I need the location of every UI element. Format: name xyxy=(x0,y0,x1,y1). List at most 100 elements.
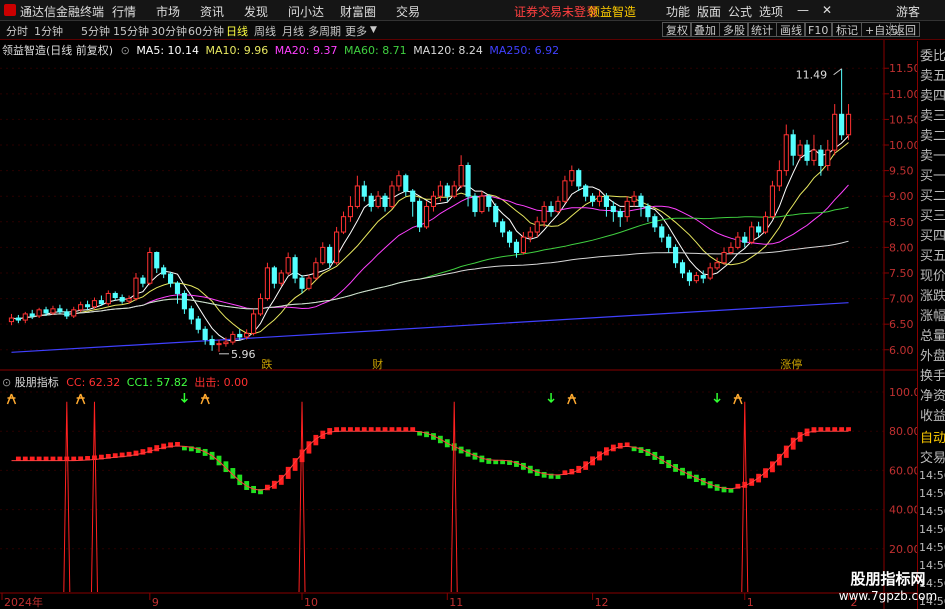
candle-body xyxy=(271,267,277,284)
candle-body xyxy=(133,277,139,300)
menu-item-wealth[interactable]: 财富圈 xyxy=(340,3,376,20)
guest-label[interactable]: 游客 xyxy=(896,3,920,20)
candle-body xyxy=(472,195,478,213)
sub-chart-header: ⊙ 股朋指标 CC: 62.32 CC1: 57.82 出击: 0.00 xyxy=(2,374,248,389)
back-button[interactable]: 返回 xyxy=(890,22,920,37)
candle-body xyxy=(347,205,354,218)
menu-item-news[interactable]: 资讯 xyxy=(200,3,224,20)
f10-button[interactable]: F10 xyxy=(804,22,833,37)
candle-body xyxy=(762,216,769,233)
candle-body xyxy=(589,195,596,202)
login-status[interactable]: 证券交易未登录 xyxy=(514,3,598,20)
period-tab-monthly[interactable]: 月线 xyxy=(282,23,304,39)
period-tab-weekly[interactable]: 周线 xyxy=(254,23,276,39)
period-tab-60min[interactable]: 60分钟 xyxy=(188,23,224,39)
candle-body xyxy=(790,134,796,156)
minimize-icon[interactable]: — xyxy=(797,3,809,17)
menu-item-function[interactable]: 功能 xyxy=(666,3,690,20)
candle-body xyxy=(423,205,430,228)
period-tab-30min[interactable]: 30分钟 xyxy=(151,23,187,39)
candle-body xyxy=(583,185,589,197)
candle-body xyxy=(631,195,637,202)
auto-toggle[interactable]: 自动 xyxy=(920,427,945,446)
candle-body xyxy=(327,246,333,264)
candle-body xyxy=(437,185,443,197)
price-tick-label: 8.50 xyxy=(889,216,914,229)
candle-body xyxy=(195,318,201,330)
candle-body xyxy=(209,339,215,346)
candle-body xyxy=(306,277,312,289)
candle-body xyxy=(403,175,409,192)
time-tick-label: 10 xyxy=(304,596,318,609)
candle-body xyxy=(513,241,520,254)
price-tick-label: 10.00 xyxy=(889,139,917,152)
candle-body xyxy=(154,252,160,269)
period-tab-15min[interactable]: 15分钟 xyxy=(113,23,149,39)
candle-body xyxy=(451,185,457,197)
period-tab-timeshare[interactable]: 分时 xyxy=(6,23,28,39)
watermark-logo: 股朋指标网 www.7gpzb.com xyxy=(838,568,938,606)
period-tab-more[interactable]: 更多 xyxy=(345,23,367,39)
settings-icon[interactable]: ⊙ xyxy=(2,376,11,389)
event-mark: 涨停 xyxy=(780,357,802,371)
period-tab-5min[interactable]: 5分钟 xyxy=(81,23,110,39)
candle-body xyxy=(417,200,423,228)
side-time: 14:56 xyxy=(919,505,945,518)
settings-icon[interactable]: ⊙ xyxy=(121,44,130,57)
side-label: 收益 xyxy=(920,409,945,424)
side-label: 卖四 xyxy=(920,89,945,104)
menu-item-market[interactable]: 行情 xyxy=(112,3,136,20)
candle-body xyxy=(603,195,609,207)
side-label: 买四 xyxy=(920,229,945,244)
close-icon[interactable]: ✕ xyxy=(822,3,832,17)
candle-body xyxy=(735,236,741,248)
side-time: 14:56 xyxy=(919,523,945,536)
statistics-button[interactable]: 统计 xyxy=(747,22,777,37)
candle-body xyxy=(686,272,693,282)
period-tab-multi[interactable]: 多周期 xyxy=(308,23,341,39)
cc-label: CC: 62.32 xyxy=(66,376,121,389)
menu-item-markets[interactable]: 市场 xyxy=(156,3,180,20)
kline-chart[interactable]: 11.49 5.96 跌 财 涨停 11.50 11.00 10.50 10.00 9.50 9.… xyxy=(0,40,917,609)
restore-rights-button[interactable]: 复权 xyxy=(662,22,692,37)
menu-item-options[interactable]: 选项 xyxy=(759,3,783,20)
candle-body xyxy=(624,200,630,218)
candle-body xyxy=(216,343,222,346)
sub-axis-label: 60.00 xyxy=(889,464,917,477)
candle-body xyxy=(444,185,450,197)
candle-body xyxy=(188,308,194,320)
menu-item-ask[interactable]: 问小达 xyxy=(288,3,324,20)
candle-body xyxy=(756,226,762,233)
side-label[interactable]: 委比 xyxy=(920,45,945,64)
chevron-down-icon[interactable]: ▼ xyxy=(370,25,377,35)
sub-axis-label: 100.0 xyxy=(889,386,917,399)
candle-body xyxy=(645,205,651,218)
candle-body xyxy=(562,180,568,202)
menu-item-trade[interactable]: 交易 xyxy=(396,3,420,20)
menu-item-formula[interactable]: 公式 xyxy=(728,3,752,20)
candle-body xyxy=(818,149,824,166)
time-tick-label: 2024年 xyxy=(4,595,43,609)
overlay-button[interactable]: 叠加 xyxy=(690,22,720,37)
candle-body xyxy=(36,309,42,317)
candle-body xyxy=(500,221,506,233)
menu-item-layout[interactable]: 版面 xyxy=(697,3,721,20)
candle-body xyxy=(278,272,284,284)
period-tab-daily[interactable]: 日线 xyxy=(226,23,248,39)
app-logo-icon xyxy=(4,4,16,16)
candle-body xyxy=(728,246,734,254)
watermark-url: www.7gpzb.com xyxy=(838,589,938,603)
candle-body xyxy=(340,216,347,233)
period-tab-1min[interactable]: 1分钟 xyxy=(34,23,63,39)
candle-body xyxy=(520,236,526,254)
period-toolbar: 分时 1分钟 5分钟 15分钟 30分钟 60分钟 日线 周线 月线 多周期 更… xyxy=(0,21,945,40)
candle-body xyxy=(119,297,125,302)
candle-body xyxy=(541,205,547,223)
mark-button[interactable]: 标记 xyxy=(832,22,862,37)
draw-line-button[interactable]: 画线 xyxy=(776,22,806,37)
candle-body xyxy=(527,231,533,238)
menu-item-discover[interactable]: 发现 xyxy=(244,3,268,20)
multi-stock-button[interactable]: 多股 xyxy=(719,22,749,37)
trade-toggle[interactable]: 交易 xyxy=(920,447,945,466)
time-tick-label: 9 xyxy=(152,596,159,609)
